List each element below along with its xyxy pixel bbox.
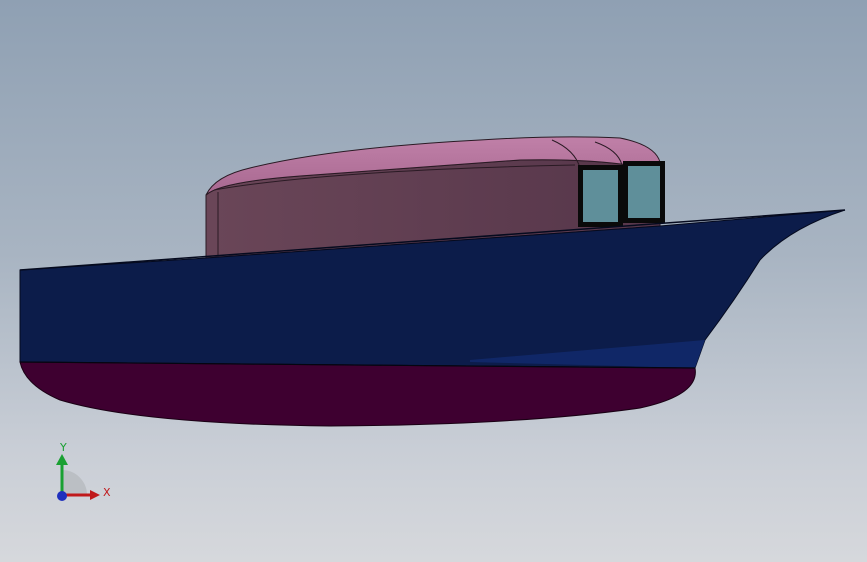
z-axis-dot [57, 491, 67, 501]
axis-triad-icon [56, 454, 100, 501]
y-axis-label: Y [60, 441, 67, 454]
window-right-glass [628, 166, 660, 218]
triad-quadrant [62, 470, 87, 495]
axis-triad: Y X [40, 440, 120, 510]
x-axis-label: X [103, 486, 111, 499]
hull-bottom[interactable] [19, 361, 696, 427]
x-axis-arrow [90, 490, 100, 500]
graphics-viewport[interactable]: Y X [0, 0, 867, 562]
boat-model[interactable] [0, 0, 867, 562]
y-axis-arrow [56, 454, 68, 465]
window-left-glass [583, 170, 618, 222]
